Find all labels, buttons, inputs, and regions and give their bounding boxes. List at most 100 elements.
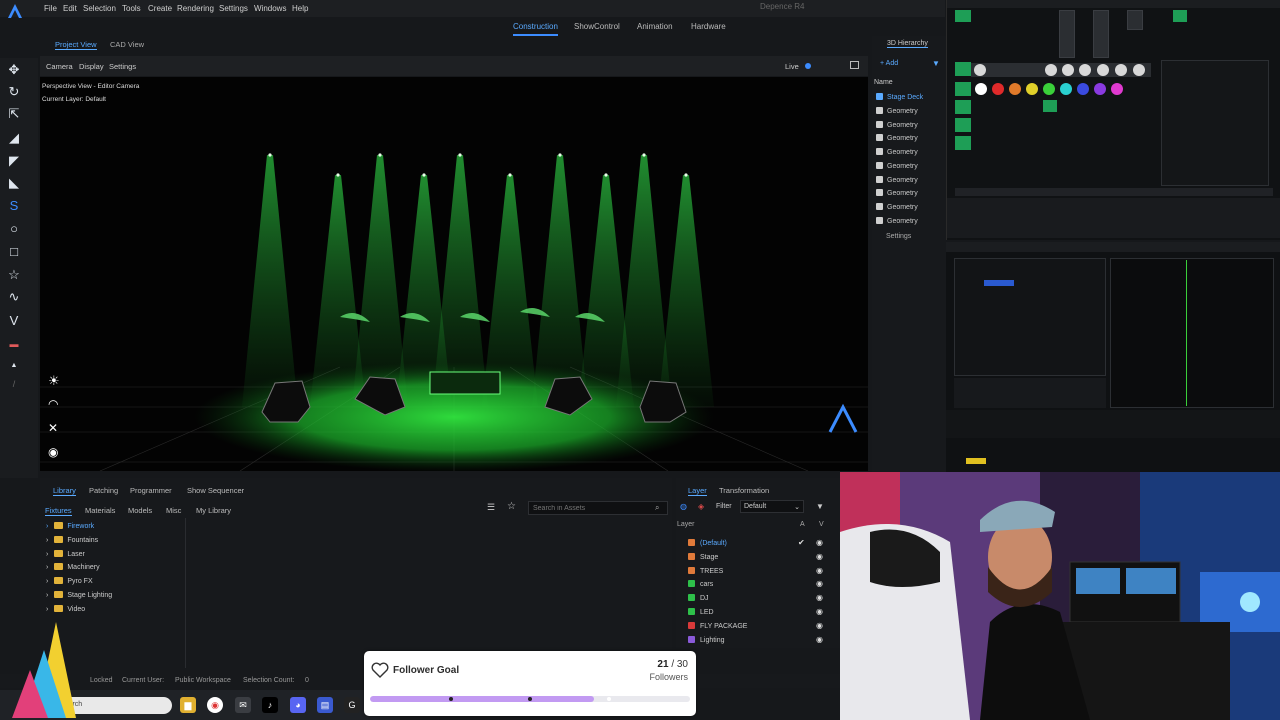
tab-showcontrol[interactable]: ShowControl — [574, 22, 620, 31]
star-tool-icon[interactable]: ☆ — [6, 267, 22, 283]
file-explorer-icon[interactable]: ▆ — [180, 697, 196, 713]
hierarchy-settings[interactable]: Settings — [886, 233, 911, 240]
color-orange[interactable] — [1009, 83, 1021, 95]
layer-row[interactable]: (Default) — [688, 539, 727, 547]
visibility-eye-icon[interactable]: ◉ — [816, 593, 823, 602]
layer-row[interactable]: DJ — [688, 594, 709, 602]
knob[interactable] — [1115, 64, 1127, 76]
scale-tool-icon[interactable]: ⇱ — [6, 106, 22, 122]
rotate-tool-icon[interactable]: ↻ — [6, 84, 22, 100]
layer-color-swatch[interactable] — [688, 636, 695, 643]
settings-menu[interactable]: Settings — [109, 62, 136, 71]
color-cyan[interactable] — [1060, 83, 1072, 95]
menu-create[interactable]: Create — [148, 4, 172, 13]
color-purple[interactable] — [1094, 83, 1106, 95]
folder-item[interactable]: › Stage Lighting — [46, 591, 112, 599]
visibility-eye-icon[interactable]: ◉ — [816, 538, 823, 547]
hierarchy-title[interactable]: 3D Hierarchy — [887, 40, 928, 48]
display-menu[interactable]: Display — [79, 62, 104, 71]
tab-show-sequencer[interactable]: Show Sequencer — [187, 486, 244, 495]
layer-row[interactable]: TREES — [688, 567, 723, 575]
3d-viewport[interactable]: Perspective View - Editor Camera Current… — [40, 77, 868, 471]
spline-tool-icon[interactable]: S — [6, 198, 22, 214]
app-icon[interactable]: ▤ — [317, 697, 333, 713]
tab-transformation[interactable]: Transformation — [719, 486, 769, 495]
search-icon[interactable]: ⌕ — [655, 503, 659, 513]
tab-animation[interactable]: Animation — [637, 22, 673, 31]
subtab-fixtures[interactable]: Fixtures — [45, 506, 72, 516]
color-red[interactable] — [992, 83, 1004, 95]
tab-hardware[interactable]: Hardware — [691, 22, 726, 31]
console-cell[interactable] — [1127, 10, 1143, 30]
color-tool-icon[interactable]: ▬ — [6, 336, 22, 352]
menu-rendering[interactable]: Rendering — [177, 4, 214, 13]
knob[interactable] — [1079, 64, 1091, 76]
subtab-models[interactable]: Models — [128, 506, 152, 515]
visibility-eye-icon[interactable]: ◉ — [816, 566, 823, 575]
speedometer-icon[interactable]: ◠ — [48, 397, 58, 411]
knob[interactable] — [1133, 64, 1145, 76]
move-tool-icon[interactable]: ✥ — [6, 62, 22, 78]
console-cell[interactable] — [1059, 10, 1075, 58]
console-cell[interactable] — [955, 100, 971, 114]
menu-tools[interactable]: Tools — [122, 4, 141, 13]
subtab-materials[interactable]: Materials — [85, 506, 115, 515]
hierarchy-item[interactable]: Geometry — [876, 176, 918, 184]
favorite-star-icon[interactable]: ☆ — [507, 501, 516, 512]
menu-settings[interactable]: Settings — [219, 4, 248, 13]
asset-search-input[interactable] — [528, 501, 668, 515]
vector-tool-icon[interactable]: V — [6, 313, 22, 329]
tiktok-icon[interactable]: ♪ — [262, 697, 278, 713]
visibility-eye-icon[interactable]: ◉ — [816, 607, 823, 616]
folder-item[interactable]: › Video — [46, 605, 85, 613]
menu-help[interactable]: Help — [292, 4, 308, 13]
console-cell[interactable] — [1043, 100, 1057, 112]
tab-patching[interactable]: Patching — [89, 486, 118, 495]
timer-icon[interactable]: ◉ — [48, 445, 58, 459]
camera-menu[interactable]: Camera — [46, 62, 73, 71]
visibility-eye-icon[interactable]: ◉ — [816, 552, 823, 561]
hierarchy-item[interactable]: Geometry — [876, 148, 918, 156]
draw-tool-icon[interactable]: ◢ — [6, 130, 22, 146]
globe-icon[interactable]: ◍ — [680, 502, 687, 511]
console-cell[interactable] — [1173, 10, 1187, 22]
layer-color-swatch[interactable] — [688, 539, 695, 546]
curve-tool-icon[interactable]: ∿ — [6, 289, 22, 305]
hierarchy-item[interactable]: Geometry — [876, 121, 918, 129]
layer-filter-select[interactable]: Default ⌄ — [740, 500, 804, 513]
hierarchy-item[interactable]: Geometry — [876, 203, 918, 211]
folder-item[interactable]: › Pyro FX — [46, 577, 93, 585]
hierarchy-item[interactable]: Geometry — [876, 189, 918, 197]
layer-color-swatch[interactable] — [688, 622, 695, 629]
knob[interactable] — [1045, 64, 1057, 76]
active-layer-check-icon[interactable]: ✔ — [798, 538, 805, 547]
folder-item[interactable]: › Machinery — [46, 563, 100, 571]
menu-windows[interactable]: Windows — [254, 4, 286, 13]
tab-layer[interactable]: Layer — [688, 486, 707, 496]
visibility-eye-icon[interactable]: ◉ — [816, 621, 823, 630]
hierarchy-item[interactable]: Geometry — [876, 162, 918, 170]
layer-row[interactable]: Stage — [688, 553, 718, 561]
filter-icon[interactable]: ▼ — [816, 502, 824, 511]
tab-programmer[interactable]: Programmer — [130, 486, 172, 495]
console-cell[interactable] — [955, 82, 971, 96]
folder-item[interactable]: › Firework — [46, 522, 94, 530]
chrome-icon[interactable]: ◉ — [207, 697, 223, 713]
pen-tool-icon[interactable]: / — [6, 376, 22, 392]
hierarchy-item[interactable]: Geometry — [876, 134, 918, 142]
layer-color-swatch[interactable] — [688, 608, 695, 615]
knob[interactable] — [1097, 64, 1109, 76]
tab-library[interactable]: Library — [53, 486, 76, 496]
knob[interactable] — [1062, 64, 1074, 76]
visibility-eye-icon[interactable]: ◉ — [816, 579, 823, 588]
hierarchy-item[interactable]: Geometry — [876, 217, 918, 225]
color-green[interactable] — [1043, 83, 1055, 95]
subtab-misc[interactable]: Misc — [166, 506, 181, 515]
maximize-icon[interactable] — [850, 61, 859, 69]
folder-item[interactable]: › Laser — [46, 550, 85, 558]
mail-icon[interactable]: ✉ — [235, 697, 251, 713]
lux-tool-icon[interactable]: ▲ — [6, 358, 22, 374]
layer-row[interactable]: FLY PACKAGE — [688, 622, 747, 630]
color-white[interactable] — [975, 83, 987, 95]
layer-row[interactable]: Lighting — [688, 636, 725, 644]
